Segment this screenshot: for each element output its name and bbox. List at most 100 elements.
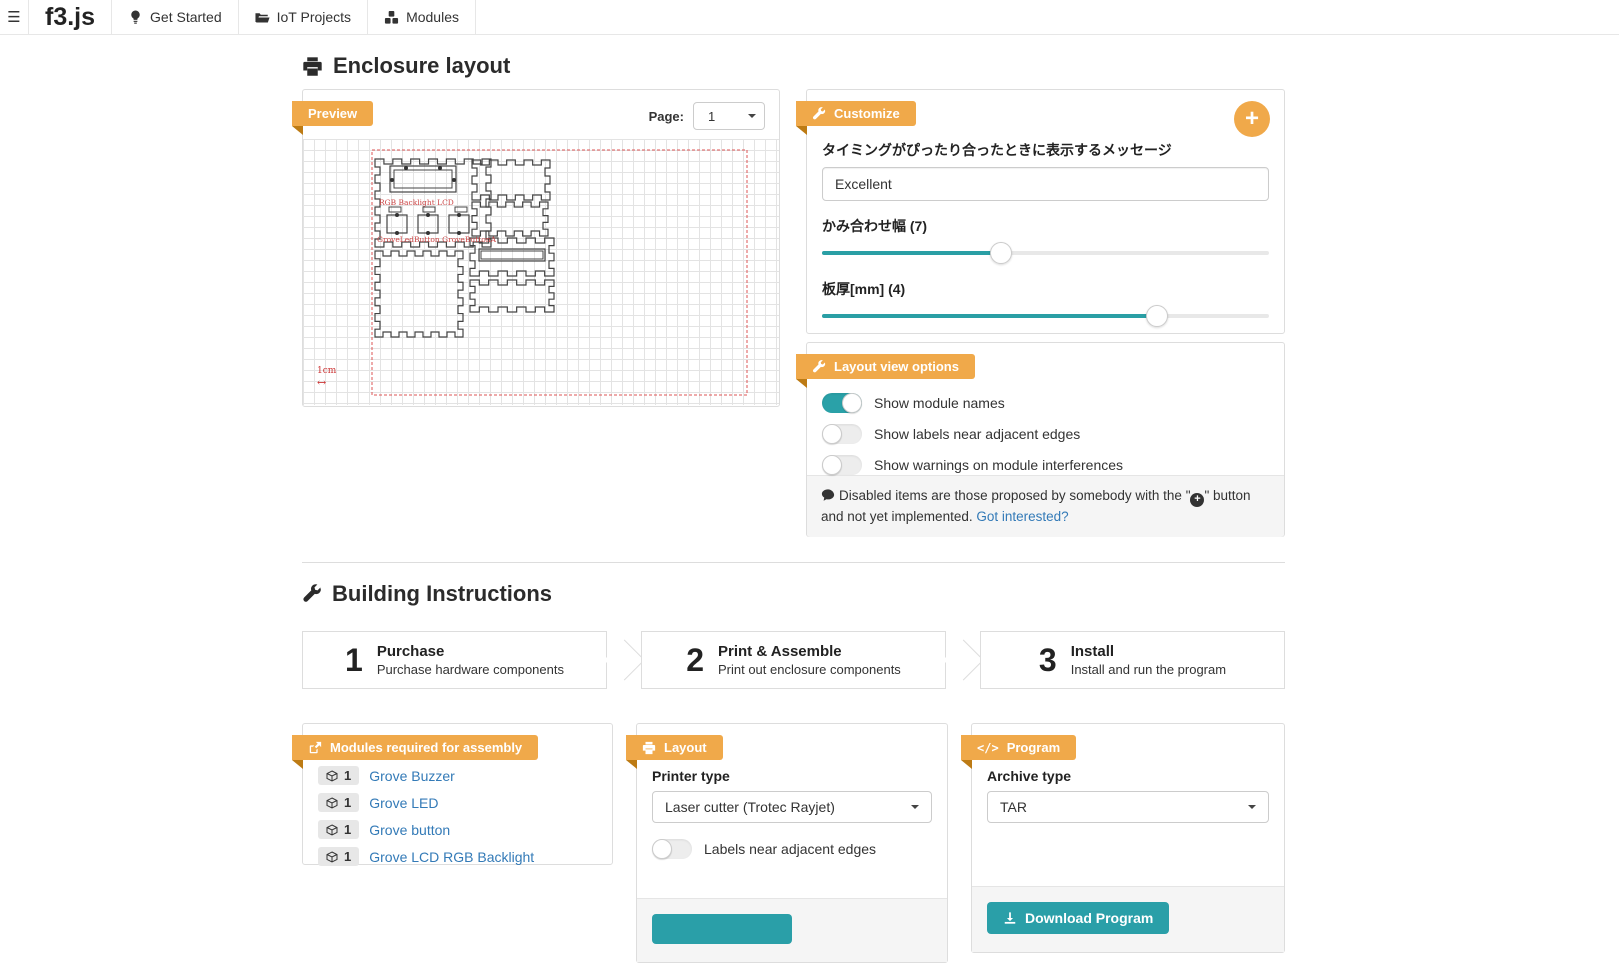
module-count: 1 bbox=[344, 822, 351, 837]
customize-ribbon-label: Customize bbox=[834, 106, 900, 121]
show-labels-toggle[interactable] bbox=[822, 424, 862, 444]
nav-item-label: Get Started bbox=[150, 9, 222, 25]
show-module-names-label: Show module names bbox=[874, 395, 1005, 411]
share-icon bbox=[308, 741, 322, 755]
module-count-badge: 1 bbox=[318, 793, 359, 812]
propose-item-button[interactable]: + bbox=[1234, 101, 1270, 137]
toggle-knob bbox=[842, 393, 862, 413]
show-module-names-toggle[interactable] bbox=[822, 393, 862, 413]
printer-type-select[interactable]: Laser cutter (Trotec Rayjet) bbox=[652, 791, 932, 823]
show-labels-label: Show labels near adjacent edges bbox=[874, 426, 1080, 442]
module-count-badge: 1 bbox=[318, 820, 359, 839]
module-row-lcd: 1 Grove LCD RGB Backlight bbox=[318, 847, 597, 866]
module-link[interactable]: Grove Buzzer bbox=[369, 768, 455, 784]
comment-icon bbox=[821, 488, 835, 502]
step-desc: Print out enclosure components bbox=[718, 662, 901, 677]
chevron-right-icon bbox=[607, 631, 641, 689]
hamburger-icon: ☰ bbox=[7, 8, 20, 26]
layout-view-options-card: Layout view options Show module names Sh… bbox=[806, 342, 1285, 537]
nav-item-label: IoT Projects bbox=[277, 9, 351, 25]
svg-text:↔: ↔ bbox=[317, 376, 326, 389]
printer-type-value: Laser cutter (Trotec Rayjet) bbox=[665, 799, 835, 815]
plus-icon: + bbox=[1245, 105, 1259, 133]
layout-card: Layout Printer type Laser cutter (Trotec… bbox=[636, 723, 948, 963]
caret-down-icon bbox=[1248, 805, 1256, 809]
cube-icon bbox=[326, 851, 338, 863]
customize-card: Customize + タイミングがぴったり合ったときに表示するメッセージ かみ… bbox=[806, 89, 1285, 334]
view-options-ribbon-label: Layout view options bbox=[834, 359, 959, 374]
step-3-install: 3 Install Install and run the program bbox=[980, 631, 1285, 689]
got-interested-link[interactable]: Got interested? bbox=[976, 509, 1068, 524]
step-desc: Purchase hardware components bbox=[377, 662, 564, 677]
instructions-title: Building Instructions bbox=[332, 581, 552, 607]
layout-ribbon: Layout bbox=[626, 735, 723, 760]
step-number: 3 bbox=[1039, 644, 1057, 676]
toggle-knob bbox=[822, 455, 842, 475]
toggle-knob bbox=[822, 424, 842, 444]
view-options-ribbon: Layout view options bbox=[796, 354, 975, 379]
slider-thumb[interactable] bbox=[990, 242, 1012, 264]
show-warnings-label: Show warnings on module interferences bbox=[874, 457, 1123, 473]
customize-ribbon: Customize bbox=[796, 101, 916, 126]
nav-item-get-started[interactable]: Get Started bbox=[112, 0, 239, 34]
plus-circle-icon: + bbox=[1190, 493, 1204, 507]
archive-type-label: Archive type bbox=[987, 768, 1269, 784]
module-link[interactable]: Grove LED bbox=[369, 795, 438, 811]
cube-icon bbox=[326, 797, 338, 809]
download-layout-button[interactable] bbox=[652, 914, 792, 944]
printer-icon bbox=[642, 741, 656, 755]
navbar: ☰ f3.js Get Started IoT Projects Modules bbox=[0, 0, 1619, 35]
page-label: Page: bbox=[649, 109, 684, 124]
module-row-button: 1 Grove button bbox=[318, 820, 597, 839]
layout-ribbon-label: Layout bbox=[664, 740, 707, 755]
preview-canvas-svg: RGB Backlight LCDGroveLedButton GroveBut… bbox=[303, 139, 779, 405]
step-title: Purchase bbox=[377, 643, 564, 660]
module-row-led: 1 Grove LED bbox=[318, 793, 597, 812]
message-input[interactable] bbox=[822, 167, 1269, 201]
wrench-icon bbox=[812, 360, 826, 374]
step-number: 1 bbox=[345, 644, 363, 676]
page-select[interactable]: 1 bbox=[693, 102, 765, 130]
step-title: Print & Assemble bbox=[718, 643, 901, 660]
module-count-badge: 1 bbox=[318, 766, 359, 785]
thickness-slider[interactable] bbox=[822, 305, 1269, 327]
module-count: 1 bbox=[344, 768, 351, 783]
wrench-icon bbox=[812, 107, 826, 121]
slider-fill bbox=[822, 314, 1157, 318]
download-program-label: Download Program bbox=[1025, 910, 1153, 926]
nav-item-label: Modules bbox=[406, 9, 459, 25]
program-ribbon: </> Program bbox=[961, 735, 1076, 760]
preview-ribbon: Preview bbox=[292, 101, 373, 126]
preview-card: Preview Page: 1 RGB Backlight LCDGroveLe… bbox=[302, 89, 780, 407]
program-card-footer: Download Program bbox=[972, 886, 1284, 952]
joint-width-label: かみ合わせ幅 (7) bbox=[822, 216, 1269, 236]
step-title: Install bbox=[1071, 643, 1226, 660]
download-program-button[interactable]: Download Program bbox=[987, 902, 1169, 934]
page-select-value: 1 bbox=[708, 109, 715, 124]
cube-icon bbox=[326, 770, 338, 782]
labels-near-edges-toggle[interactable] bbox=[652, 839, 692, 859]
modules-required-ribbon: Modules required for assembly bbox=[292, 735, 538, 760]
module-link[interactable]: Grove button bbox=[369, 822, 450, 838]
brand-logo[interactable]: f3.js bbox=[28, 0, 112, 34]
caret-down-icon bbox=[748, 114, 756, 118]
slider-fill bbox=[822, 251, 1001, 255]
module-count: 1 bbox=[344, 849, 351, 864]
hamburger-button[interactable]: ☰ bbox=[0, 0, 28, 34]
nav-item-iot-projects[interactable]: IoT Projects bbox=[239, 0, 368, 34]
lightbulb-icon bbox=[128, 10, 143, 25]
caret-down-icon bbox=[911, 805, 919, 809]
show-warnings-toggle[interactable] bbox=[822, 455, 862, 475]
archive-type-select[interactable]: TAR bbox=[987, 791, 1269, 823]
module-link[interactable]: Grove LCD RGB Backlight bbox=[369, 849, 534, 865]
disabled-items-note: Disabled items are those proposed by som… bbox=[807, 475, 1284, 537]
nav-item-modules[interactable]: Modules bbox=[368, 0, 476, 34]
printer-type-label: Printer type bbox=[652, 768, 932, 784]
enclosure-section-title: Enclosure layout bbox=[302, 53, 1285, 79]
joint-width-slider[interactable] bbox=[822, 242, 1269, 264]
preview-ribbon-label: Preview bbox=[308, 106, 357, 121]
cube-icon bbox=[326, 824, 338, 836]
slider-thumb[interactable] bbox=[1146, 305, 1168, 327]
layout-card-footer bbox=[637, 898, 947, 962]
labels-near-edges-label: Labels near adjacent edges bbox=[704, 841, 876, 857]
